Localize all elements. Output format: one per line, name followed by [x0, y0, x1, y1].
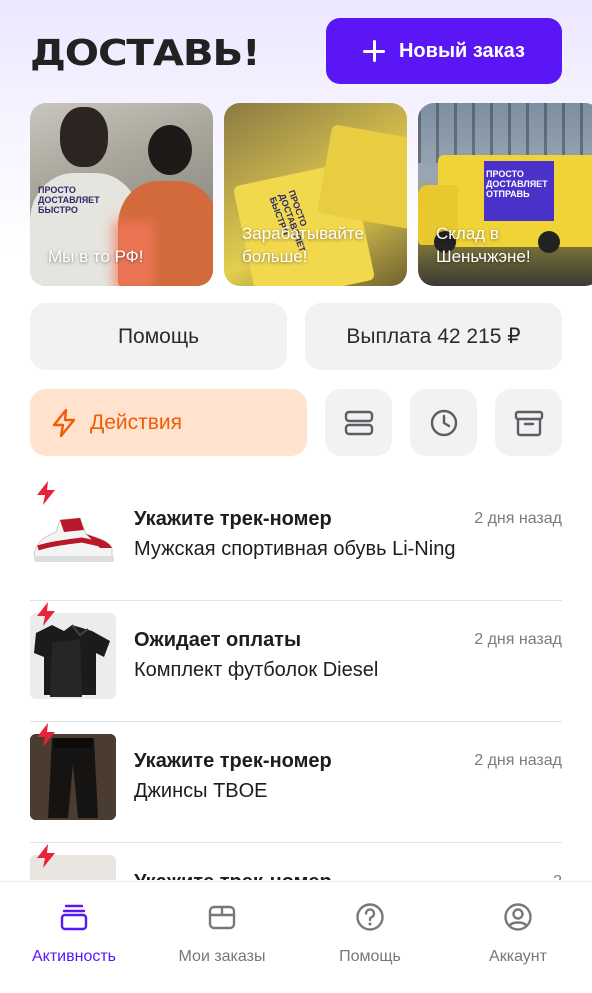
order-time: 2 дня назад	[474, 631, 562, 648]
orders-list[interactable]: Укажите трек-номер Мужская спортивная об…	[30, 480, 562, 880]
order-time: 2 дня назад	[474, 510, 562, 527]
urgent-badge-icon	[37, 723, 55, 747]
story-image-person	[148, 125, 192, 175]
tab-activity[interactable]: Активность	[0, 902, 148, 966]
bottom-tab-bar: Активность Мои заказы Помощь Аккаунт	[0, 881, 592, 993]
tab-label: Активность	[31, 948, 116, 965]
new-order-label: Новый заказ	[398, 39, 525, 62]
story-image-person	[60, 107, 108, 167]
story-card[interactable]: ПРОСТО ДОСТАВЛЯЕТ ОТПРАВЬ Склад в Шеньчж…	[418, 103, 592, 286]
order-product: Мужская спортивная обувь Li-Ning	[134, 538, 456, 560]
list-item[interactable]: Укажите трек-номер Джинсы TBOE 2 дня наз…	[30, 722, 562, 843]
tab-my-orders[interactable]: Мои заказы	[148, 902, 296, 966]
lightning-icon	[52, 408, 76, 437]
order-time: 2	[553, 873, 562, 880]
order-time: 2 дня назад	[474, 752, 562, 769]
activity-stack-icon	[60, 904, 88, 931]
list-item[interactable]: Ожидает оплаты Комплект футболок Diesel …	[30, 601, 562, 722]
stack-icon	[344, 410, 373, 435]
tab-label: Помощь	[339, 948, 401, 965]
order-status: Ожидает оплаты	[134, 629, 302, 651]
list-item[interactable]: Укажите трек-номер Мужская спортивная об…	[30, 480, 562, 601]
story-image-scaffold	[418, 103, 592, 163]
urgent-badge-icon	[37, 481, 55, 505]
app-logo: ДОСТАВЬ!	[30, 33, 261, 74]
payout-button[interactable]: Выплата 42 215 ₽	[305, 303, 562, 370]
history-button[interactable]	[410, 389, 477, 456]
activity-screen: ДОСТАВЬ! Новый заказ ПРОСТО ДОСТАВЛЯЕТ Б…	[0, 0, 592, 993]
header: ДОСТАВЬ! Новый заказ	[30, 18, 562, 84]
actions-label: Действия	[90, 410, 183, 434]
list-item[interactable]: Укажите трек-номер 2	[30, 843, 562, 880]
order-product: Джинсы TBOE	[134, 780, 268, 802]
truck-print: ПРОСТО ДОСТАВЛЯЕТ ОТПРАВЬ	[486, 169, 548, 199]
tab-label: Мои заказы	[178, 948, 266, 965]
urgent-badge-icon	[37, 844, 55, 868]
help-button[interactable]: Помощь	[30, 303, 287, 370]
urgent-badge-icon	[37, 602, 55, 626]
order-status: Укажите трек-номер	[134, 508, 332, 530]
story-card[interactable]: ПРОСТО ДОСТАВЛЯЕТ БЫСТРО Мы в то РФ!	[30, 103, 213, 286]
question-circle-icon	[356, 903, 384, 931]
tab-label: Аккаунт	[489, 948, 547, 965]
clock-icon	[430, 409, 457, 436]
archive-icon	[514, 410, 543, 436]
order-status: Укажите трек-номер	[134, 750, 332, 772]
archive-button[interactable]	[495, 389, 562, 456]
plus-icon	[362, 40, 385, 62]
story-card[interactable]: ПРОСТО ДОСТАВЛЯЕТ БЫСТРО Зарабатывайте б…	[224, 103, 407, 286]
box-icon	[208, 905, 236, 930]
list-view-button[interactable]	[325, 389, 392, 456]
new-order-button[interactable]: Новый заказ	[326, 18, 562, 84]
story-caption: Зарабатывайте больше!	[242, 224, 364, 266]
actions-filter-button[interactable]: Действия	[30, 389, 307, 456]
shirt-print: ПРОСТО ДОСТАВЛЯЕТ БЫСТРО	[38, 185, 100, 215]
user-circle-icon	[504, 903, 532, 931]
order-status: Укажите трек-номер	[134, 871, 332, 880]
tab-account[interactable]: Аккаунт	[444, 902, 592, 966]
stories-carousel[interactable]: ПРОСТО ДОСТАВЛЯЕТ БЫСТРО Мы в то РФ! ПРО…	[30, 103, 592, 286]
tab-help[interactable]: Помощь	[296, 902, 444, 966]
story-caption: Склад в Шеньчжэне!	[436, 224, 531, 266]
story-caption: Мы в то РФ!	[48, 247, 144, 266]
order-product: Комплект футболок Diesel	[134, 659, 379, 681]
